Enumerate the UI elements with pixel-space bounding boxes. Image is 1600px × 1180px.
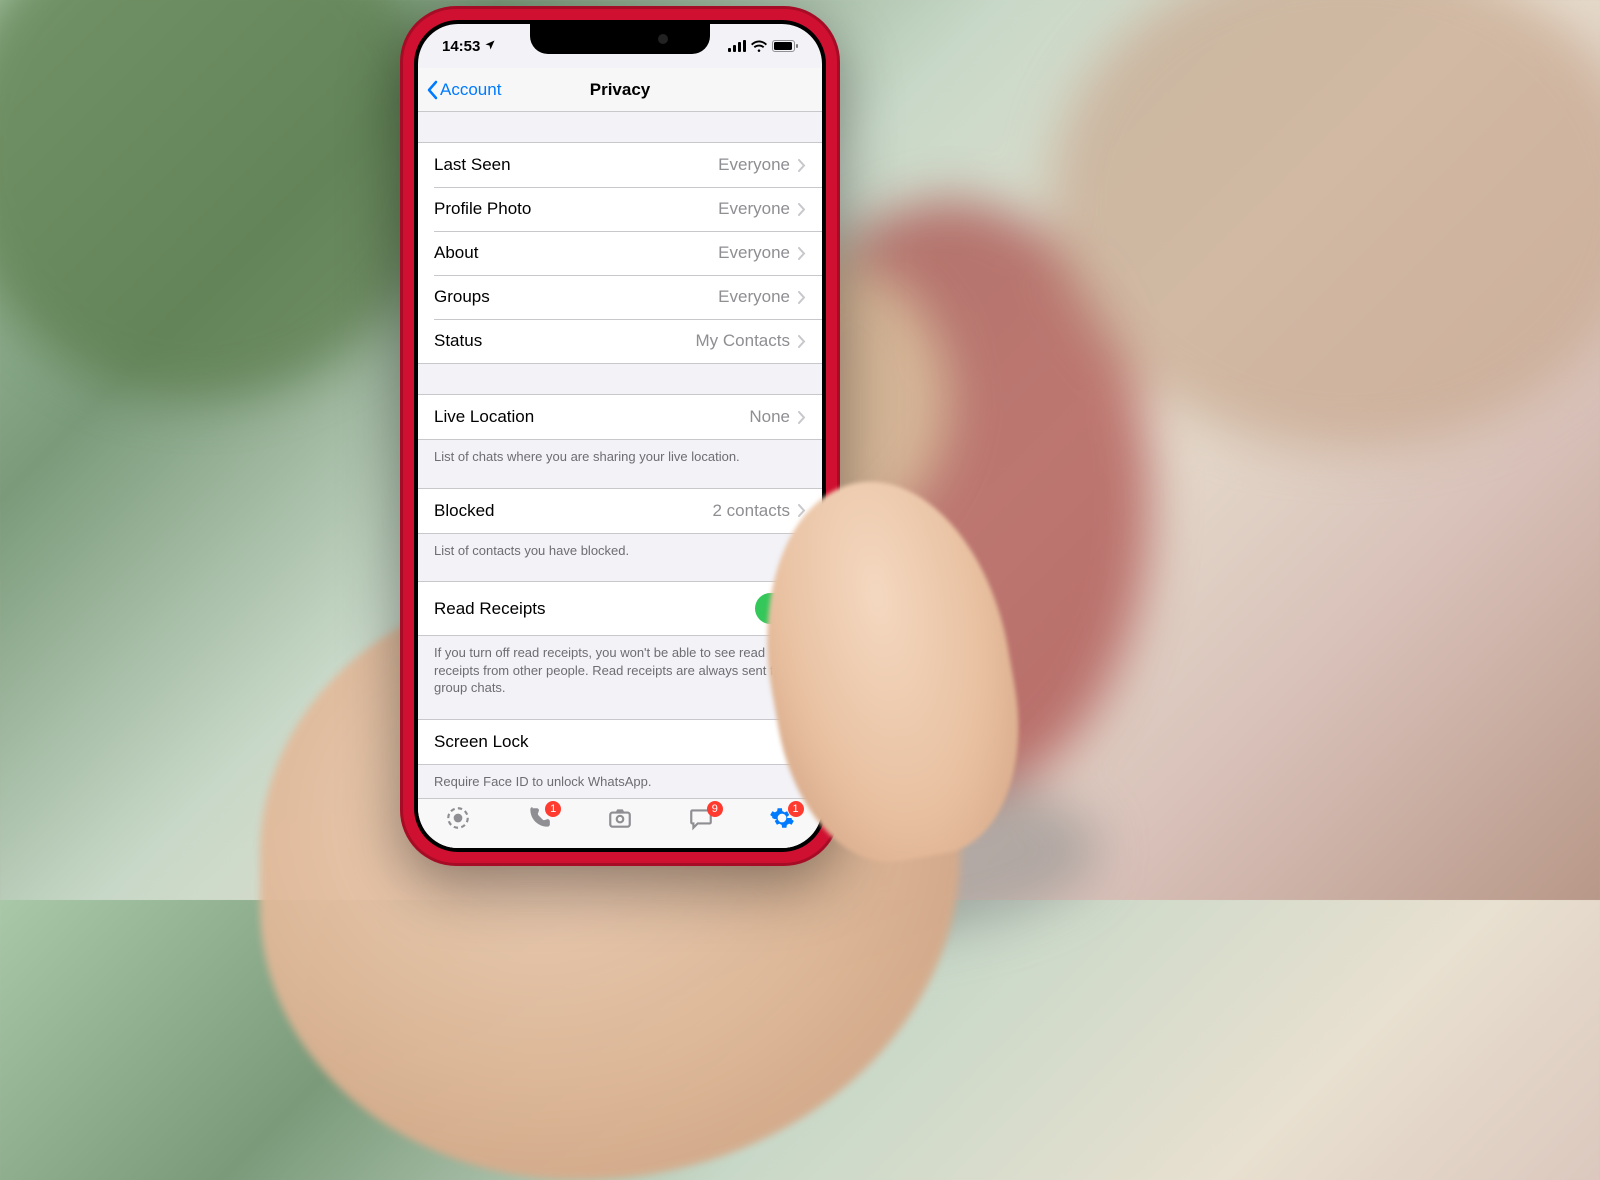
screen-lock-row[interactable]: Screen Lock: [418, 720, 822, 764]
about-row[interactable]: About Everyone: [418, 231, 822, 275]
cell-label: Groups: [434, 287, 490, 307]
cell-value: Everyone: [718, 287, 790, 307]
chevron-right-icon: [798, 247, 806, 260]
tab-settings[interactable]: 1: [752, 805, 812, 831]
tab-calls[interactable]: 1: [509, 805, 569, 831]
badge: 1: [788, 801, 804, 817]
battery-icon: [772, 40, 798, 52]
tab-status[interactable]: [428, 805, 488, 831]
phone-notch: [530, 24, 710, 54]
last-seen-row[interactable]: Last Seen Everyone: [418, 143, 822, 187]
tab-chats[interactable]: 9: [671, 805, 731, 831]
cell-value: None: [749, 407, 790, 427]
cell-label: Last Seen: [434, 155, 511, 175]
phone-screen: 14:53: [418, 24, 822, 848]
settings-content[interactable]: Last Seen Everyone Profile Photo Everyon…: [418, 112, 822, 798]
cell-value: Everyone: [718, 199, 790, 219]
cell-label: Profile Photo: [434, 199, 531, 219]
live-location-footer: List of chats where you are sharing your…: [418, 440, 822, 474]
cell-value: Everyone: [718, 243, 790, 263]
status-time: 14:53: [442, 38, 480, 55]
cell-label: About: [434, 243, 478, 263]
screen-lock-section: Screen Lock: [418, 719, 822, 765]
phone-frame: 14:53: [400, 6, 840, 866]
cell-value: 2 contacts: [713, 501, 791, 521]
cell-label: Status: [434, 331, 482, 351]
cell-value: Everyone: [718, 155, 790, 175]
chevron-right-icon: [798, 411, 806, 424]
badge: 1: [545, 801, 561, 817]
chevron-right-icon: [798, 203, 806, 216]
profile-photo-row[interactable]: Profile Photo Everyone: [418, 187, 822, 231]
location-arrow-icon: [484, 38, 496, 55]
chevron-right-icon: [798, 159, 806, 172]
back-button[interactable]: Account: [426, 80, 501, 100]
back-label: Account: [440, 80, 501, 100]
page-title: Privacy: [590, 80, 651, 100]
groups-row[interactable]: Groups Everyone: [418, 275, 822, 319]
screen-lock-footer: Require Face ID to unlock WhatsApp.: [418, 765, 822, 798]
blocked-row[interactable]: Blocked 2 contacts: [418, 489, 822, 533]
cell-label: Blocked: [434, 501, 494, 521]
blocked-section: Blocked 2 contacts: [418, 488, 822, 534]
visibility-section: Last Seen Everyone Profile Photo Everyon…: [418, 142, 822, 364]
badge: 9: [707, 801, 723, 817]
chevron-right-icon: [798, 335, 806, 348]
tab-bar: 1 9 1: [418, 798, 822, 848]
blocked-footer: List of contacts you have blocked.: [418, 534, 822, 568]
read-receipts-footer: If you turn off read receipts, you won't…: [418, 636, 822, 705]
cell-label: Screen Lock: [434, 732, 529, 752]
cell-label: Read Receipts: [434, 599, 546, 619]
status-row[interactable]: Status My Contacts: [418, 319, 822, 363]
cellular-signal-icon: [728, 40, 746, 52]
cell-label: Live Location: [434, 407, 534, 427]
navigation-bar: Account Privacy: [418, 68, 822, 112]
live-location-section: Live Location None: [418, 394, 822, 440]
live-location-row[interactable]: Live Location None: [418, 395, 822, 439]
read-receipts-section: Read Receipts: [418, 581, 822, 636]
chevron-right-icon: [798, 291, 806, 304]
cell-value: My Contacts: [696, 331, 790, 351]
wifi-icon: [751, 40, 767, 52]
tab-camera[interactable]: [590, 805, 650, 831]
read-receipts-row: Read Receipts: [418, 582, 822, 635]
